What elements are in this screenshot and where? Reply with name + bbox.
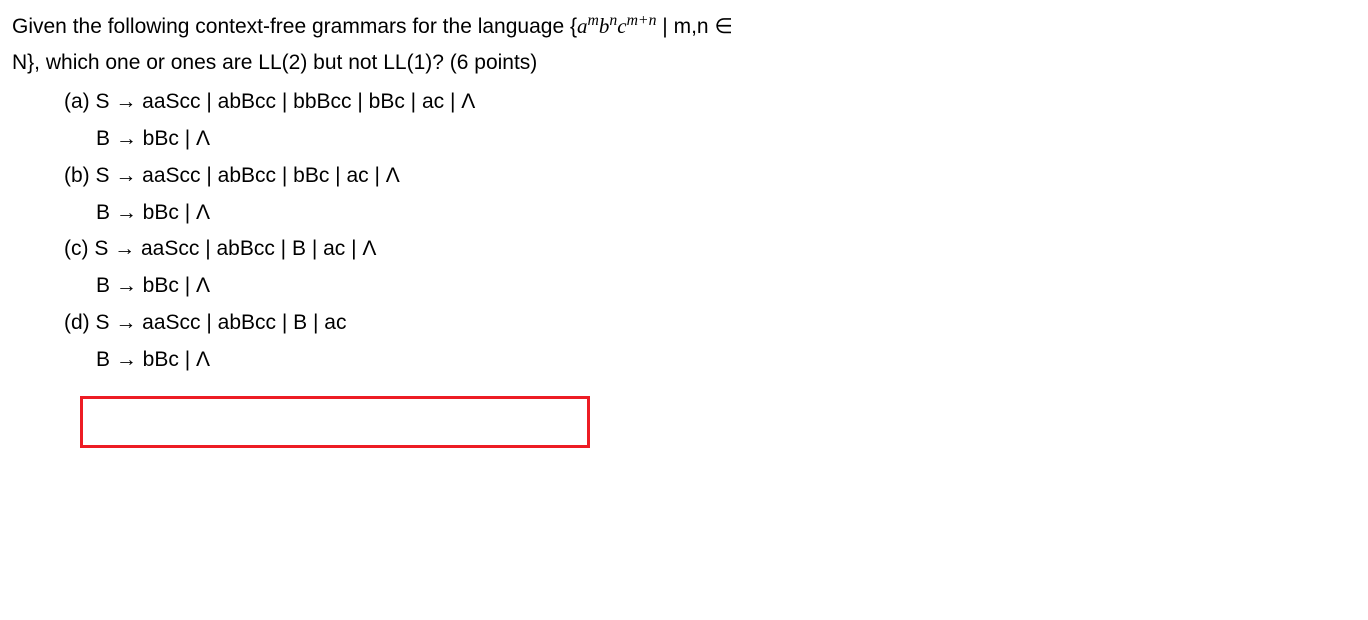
question-line1-prefix: Given the following context-free grammar… <box>12 15 577 38</box>
option-b-main: (b) S → aaScc | abBcc | bBc | ac | Λ <box>64 158 1356 195</box>
option-a-main: (a) S → aaScc | abBcc | bbBcc | bBc | ac… <box>64 84 1356 121</box>
option-c-main: (c) S → aaScc | abBcc | B | ac | Λ <box>64 231 1356 268</box>
expr-a: a <box>577 14 588 38</box>
option-c-sub: B → bBc | Λ <box>64 268 1356 305</box>
question-text: Given the following context-free grammar… <box>12 8 1356 80</box>
expr-c: c <box>617 14 626 38</box>
option-d-main: (d) S → aaScc | abBcc | B | ac <box>64 305 1356 342</box>
answer-input-box[interactable] <box>80 396 590 448</box>
question-line2: N}, which one or ones are LL(2) but not … <box>12 51 537 74</box>
expr-m: m <box>587 12 598 29</box>
element-symbol: ∈ <box>714 14 732 38</box>
option-d-sub: B → bBc | Λ <box>64 342 1356 379</box>
option-a-sub: B → bBc | Λ <box>64 121 1356 158</box>
options-container: (a) S → aaScc | abBcc | bbBcc | bBc | ac… <box>12 84 1356 378</box>
question-bar: | m,n <box>662 15 714 38</box>
expr-b: b <box>599 14 610 38</box>
expr-mn: m+n <box>627 12 657 29</box>
expr-n: n <box>609 12 617 29</box>
option-b-sub: B → bBc | Λ <box>64 195 1356 232</box>
